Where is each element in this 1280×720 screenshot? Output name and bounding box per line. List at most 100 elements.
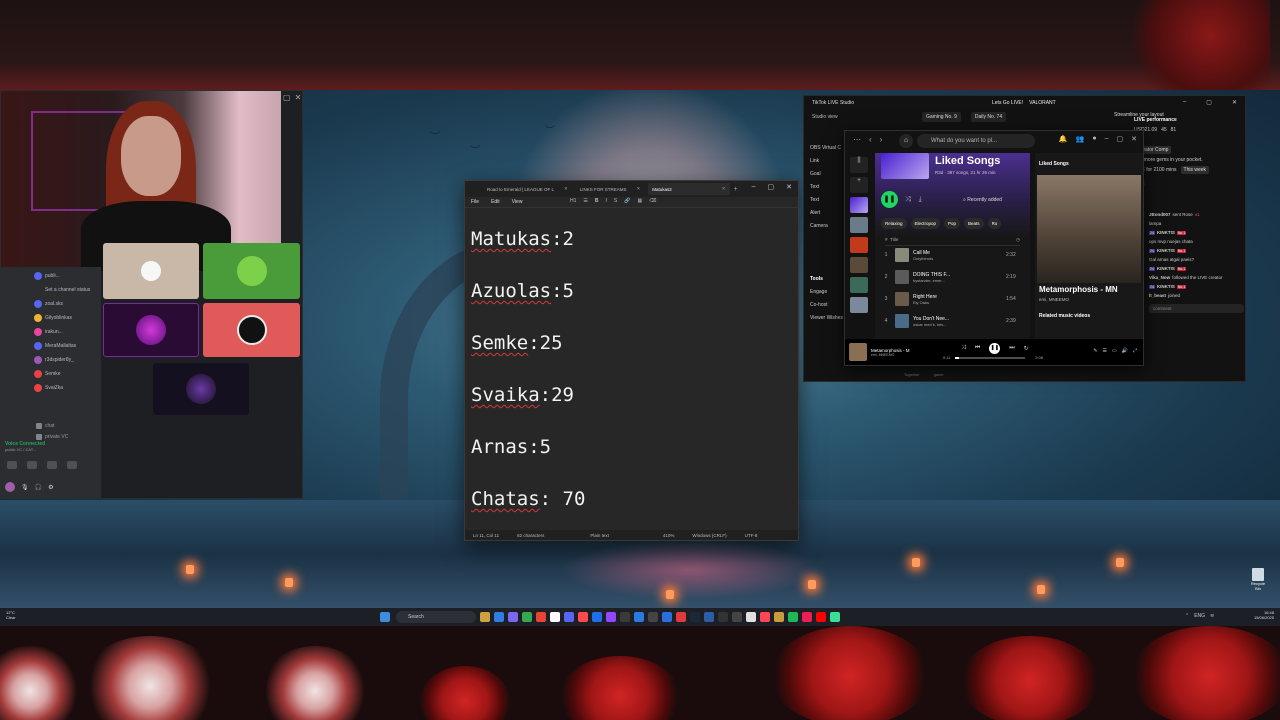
tool-cohost[interactable]: Co-host	[810, 298, 846, 311]
channel-chat[interactable]: chat	[1, 420, 101, 431]
app-icon[interactable]	[578, 612, 588, 622]
voice-member[interactable]: irakun...	[1, 326, 101, 337]
video-tile[interactable]	[203, 243, 300, 299]
close-icon[interactable]: ✕	[1131, 135, 1137, 143]
forward-icon[interactable]: ›	[880, 135, 883, 144]
link-icon[interactable]: 🔗	[624, 198, 630, 204]
tab-links-for-streams[interactable]: LINKS FOR STREAMS ✕	[576, 183, 645, 195]
app-icon[interactable]	[676, 612, 686, 622]
minimize-icon[interactable]: –	[1105, 135, 1109, 143]
maximize-icon[interactable]: ▢	[1206, 99, 1212, 106]
mic-icon[interactable]: 🎙	[21, 484, 29, 491]
tool-viewer-wishes[interactable]: Viewer Wishes	[810, 311, 846, 324]
chevron-up-icon[interactable]: ⌃	[1185, 613, 1189, 619]
line-ending[interactable]: Windows (CRLF)	[692, 533, 726, 538]
activity-icon[interactable]	[47, 461, 57, 469]
voice-member[interactable]: Semke	[1, 368, 101, 379]
pause-button[interactable]: ❚❚	[989, 343, 1001, 354]
app-icon[interactable]	[704, 612, 714, 622]
menu-view[interactable]: View	[512, 199, 523, 205]
avatar[interactable]	[5, 482, 15, 492]
notepad-text-area[interactable]: Matukas:2 Azuolas:5 Semke:25 Svaika:29 A…	[465, 208, 798, 512]
clock[interactable]: 16:48 15/06/2025	[1254, 610, 1274, 620]
valorant-icon[interactable]	[760, 612, 770, 622]
friends-icon[interactable]: 👥	[1076, 135, 1085, 143]
steam-icon[interactable]	[690, 612, 700, 622]
voice-member[interactable]: Gilyoblinkas	[1, 312, 101, 323]
windows-start-icon[interactable]	[380, 612, 390, 622]
edge-icon[interactable]	[494, 612, 504, 622]
filter-chip[interactable]: Ro	[987, 218, 1002, 229]
format-label[interactable]: Plain text	[590, 533, 609, 538]
liked-songs-thumb[interactable]	[850, 197, 868, 213]
strikethrough-icon[interactable]: S	[614, 198, 617, 204]
status-line[interactable]: Set a channel status	[1, 284, 101, 295]
queue-icon[interactable]: ☰	[1103, 348, 1107, 354]
repeat-icon[interactable]: ↻	[1024, 345, 1029, 352]
voice-member[interactable]: zoal.sks	[1, 298, 101, 309]
title-column-header[interactable]: # Title	[885, 237, 898, 243]
source-camera[interactable]: Camera	[810, 219, 846, 232]
sort-dropdown[interactable]: ⌕ Recently added	[963, 197, 1002, 203]
source-text[interactable]: Text	[810, 180, 846, 193]
volume-icon[interactable]: 🔊	[1122, 348, 1128, 354]
filter-chip[interactable]: Beats	[964, 218, 984, 229]
avatar[interactable]: ●	[1092, 135, 1096, 143]
close-icon[interactable]: ✕	[786, 183, 792, 191]
teams-icon[interactable]	[508, 612, 518, 622]
playlist-thumb[interactable]	[850, 217, 868, 233]
bell-icon[interactable]: 🔔	[1059, 135, 1068, 143]
video-tile[interactable]	[103, 303, 199, 357]
menu-edit[interactable]: Edit	[491, 199, 500, 205]
language-indicator[interactable]: ENG	[1194, 613, 1205, 619]
gaming-rank-chip[interactable]: Gaming No. 9	[922, 112, 961, 122]
heading-dropdown[interactable]: H1	[570, 198, 576, 204]
source-alert[interactable]: Alert	[810, 206, 846, 219]
close-icon[interactable]: ✕	[637, 186, 641, 192]
spotify-icon[interactable]	[788, 612, 798, 622]
plus-icon[interactable]: +	[850, 177, 868, 193]
go-live-label[interactable]: Lets Go LIVE!	[992, 100, 1023, 106]
filter-chip[interactable]: Pop	[944, 218, 961, 229]
cam-window-controls[interactable]: ▢ ✕	[281, 91, 303, 103]
headphones-icon[interactable]: 🎧	[35, 484, 42, 491]
progress-bar[interactable]	[955, 357, 1025, 359]
home-icon[interactable]: ⌂	[899, 134, 913, 148]
app-icon[interactable]	[536, 612, 546, 622]
track-row[interactable]: 1 Call Me Onlyfriends 2:32	[881, 245, 1026, 265]
chat-input[interactable]: comment	[1149, 304, 1244, 313]
previous-icon[interactable]: ⏮	[975, 345, 980, 352]
source-goal[interactable]: Goal	[810, 167, 846, 180]
playlist-thumb[interactable]	[850, 277, 868, 293]
menu-file[interactable]: File	[471, 199, 479, 205]
studio-view-dropdown[interactable]: Studio view	[812, 114, 838, 120]
voice-member[interactable]: MeraMallaltas	[1, 340, 101, 351]
encoding[interactable]: UTF-8	[745, 533, 758, 538]
recycle-bin[interactable]: Recycle Bin	[1248, 568, 1268, 591]
spotify-search-input[interactable]: What do you want to pl...	[917, 134, 1035, 148]
chrome-icon[interactable]	[522, 612, 532, 622]
game-label[interactable]: VALORANT	[1029, 100, 1056, 106]
lyrics-icon[interactable]: ✎	[1093, 348, 1097, 354]
camera-icon[interactable]	[7, 461, 17, 469]
app-icon[interactable]	[746, 612, 756, 622]
filter-chip[interactable]: Relaxing	[881, 218, 907, 229]
this-week-dropdown[interactable]: This week	[1180, 166, 1210, 174]
list-icon[interactable]: ☰	[583, 198, 587, 204]
device-icon[interactable]: ▭	[1112, 348, 1117, 354]
fullscreen-icon[interactable]: ⤢	[1133, 348, 1137, 354]
add-tab-button[interactable]: +	[734, 186, 738, 193]
maximize-icon[interactable]: ▢	[768, 183, 775, 191]
notepad-icon[interactable]	[830, 612, 840, 622]
minimize-icon[interactable]: ▢	[283, 93, 291, 102]
source-link[interactable]: Link	[810, 154, 846, 167]
track-row[interactable]: 4 You Don't Nee... oskar med k, kris... 2:3…	[881, 311, 1026, 331]
playlist-thumb[interactable]	[850, 257, 868, 273]
voice-member[interactable]: publi...	[1, 270, 101, 281]
filter-chip[interactable]: Electropop	[910, 218, 941, 229]
now-playing-art[interactable]	[849, 343, 867, 361]
daily-rank-chip[interactable]: Daily No. 74	[970, 112, 1007, 122]
table-icon[interactable]: ▦	[637, 198, 642, 204]
voice-member[interactable]: SvaiZka	[1, 382, 101, 393]
tiktok-icon[interactable]	[802, 612, 812, 622]
